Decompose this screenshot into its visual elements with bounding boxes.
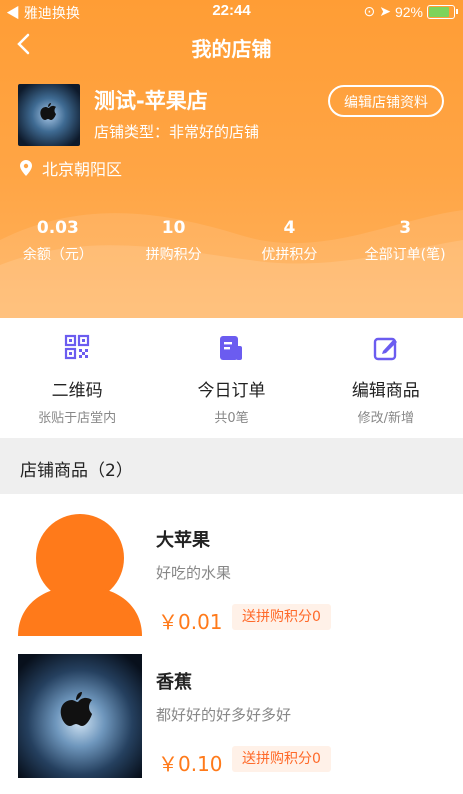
battery-percent: 92% — [394, 3, 423, 20]
edit-products-action[interactable]: 编辑商品 修改/新增 — [309, 318, 463, 438]
product-image — [18, 654, 142, 778]
shop-stats: 0.03 余额（元） 10 拼购积分 4 优拼积分 3 全部订单(笔) — [0, 218, 463, 264]
product-desc: 好吃的水果 — [156, 564, 232, 582]
stat-balance[interactable]: 0.03 余额（元） — [0, 218, 116, 264]
shop-logo — [18, 84, 80, 146]
today-orders-action[interactable]: 今日订单 共0笔 — [154, 318, 308, 438]
shop-header: ◀ 雅迪换换 22:44 ⊙ ➤ 92% 我的店铺 测试-苹果店 店铺类型：非常… — [0, 0, 463, 318]
products-section-header: 店铺商品（2） — [0, 438, 463, 494]
apple-logo-image — [18, 654, 142, 778]
stat-premium-points[interactable]: 4 优拼积分 — [232, 218, 348, 264]
action-subtitle: 修改/新增 — [357, 411, 415, 426]
shop-name: 测试-苹果店 — [94, 89, 208, 113]
quick-actions: 二维码 张贴于店堂内 今日订单 共0笔 编辑商品 修改/新增 — [0, 318, 463, 438]
qrcode-icon — [65, 334, 90, 360]
location-text: 北京朝阳区 — [42, 160, 123, 179]
product-image — [18, 512, 142, 636]
action-title: 今日订单 — [197, 381, 266, 401]
stat-label: 优拼积分 — [261, 247, 318, 263]
stat-value: 10 — [161, 218, 186, 238]
edit-shop-button[interactable]: 编辑店铺资料 — [328, 85, 444, 117]
stat-all-orders[interactable]: 3 全部订单(笔) — [347, 218, 463, 264]
shop-location: 北京朝阳区 — [20, 156, 122, 180]
battery-icon — [427, 4, 458, 19]
product-price: ￥0.10 — [158, 752, 223, 776]
section-title: 店铺商品（2） — [20, 461, 133, 481]
location-pin-icon — [20, 160, 32, 176]
location-arrow-icon: ➤ — [379, 3, 391, 19]
stat-label: 余额（元） — [22, 247, 93, 263]
stat-group-points[interactable]: 10 拼购积分 — [116, 218, 232, 264]
action-title: 编辑商品 — [351, 381, 420, 401]
action-subtitle: 共0笔 — [214, 411, 249, 426]
stat-value: 3 — [399, 218, 412, 238]
product-item[interactable]: 香蕉 都好好的好多好多好 ￥0.10 送拼购积分0 — [0, 654, 463, 794]
points-badge: 送拼购积分0 — [232, 746, 331, 772]
points-badge: 送拼购积分0 — [232, 604, 331, 630]
edit-icon — [373, 337, 397, 361]
avatar-placeholder-icon — [18, 514, 142, 636]
product-item[interactable]: 大苹果 好吃的水果 ￥0.01 送拼购积分0 — [0, 512, 463, 652]
shop-type: 店铺类型：非常好的店铺 — [94, 123, 260, 141]
stat-value: 4 — [283, 218, 296, 238]
status-bar: ◀ 雅迪换换 22:44 ⊙ ➤ 92% — [0, 0, 463, 24]
stat-label: 拼购积分 — [145, 247, 202, 263]
product-desc: 都好好的好多好多好 — [156, 706, 292, 724]
qrcode-action[interactable]: 二维码 张贴于店堂内 — [0, 318, 154, 438]
product-price: ￥0.01 — [158, 610, 223, 634]
action-subtitle: 张贴于店堂内 — [38, 411, 117, 426]
product-name: 大苹果 — [156, 530, 210, 551]
stat-value: 0.03 — [36, 218, 79, 238]
page-title: 我的店铺 — [191, 37, 272, 61]
rotation-lock-icon: ⊙ — [363, 3, 376, 19]
status-right: ⊙ ➤ 92% — [363, 3, 458, 20]
stat-label: 全部订单(笔) — [364, 247, 446, 263]
order-icon — [220, 336, 243, 360]
action-title: 二维码 — [51, 381, 103, 401]
product-name: 香蕉 — [156, 672, 192, 693]
